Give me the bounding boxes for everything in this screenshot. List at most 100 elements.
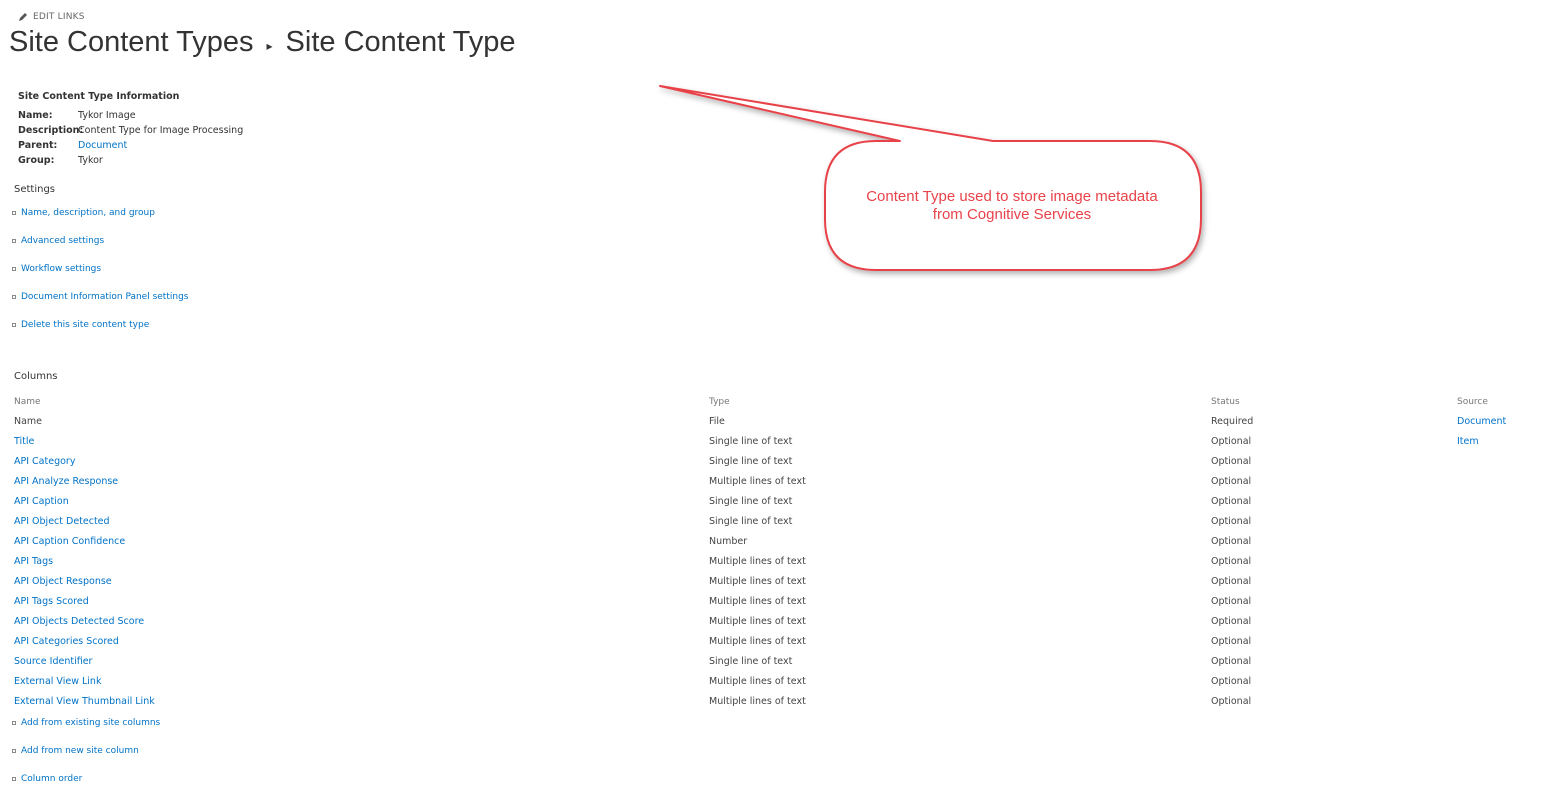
- header-source: Source: [1457, 396, 1488, 407]
- info-description-value: Content Type for Image Processing: [78, 125, 244, 136]
- column-status: Optional: [1211, 635, 1252, 647]
- bullet-icon: [12, 267, 16, 271]
- edit-links[interactable]: EDIT LINKS: [18, 12, 85, 22]
- pencil-icon: [19, 13, 27, 21]
- column-type: Number: [709, 535, 748, 547]
- column-status: Optional: [1211, 435, 1252, 447]
- column-name: Name: [14, 415, 43, 427]
- column-status: Optional: [1211, 575, 1252, 587]
- info-parent-link[interactable]: Document: [78, 140, 127, 151]
- breadcrumb-separator-icon: ▸: [266, 38, 273, 53]
- column-name-link[interactable]: API Categories Scored: [14, 636, 119, 647]
- column-status: Optional: [1211, 515, 1252, 527]
- column-name-link[interactable]: Title: [14, 436, 34, 447]
- settings-link-workflow[interactable]: Workflow settings: [21, 264, 101, 274]
- table-row: Title Single line of text Optional Item: [14, 431, 1554, 451]
- callout-line-2: from Cognitive Services: [932, 206, 1092, 223]
- breadcrumb-site-content-types[interactable]: Site Content Types: [9, 26, 254, 59]
- bullet-icon: [12, 239, 16, 243]
- table-row: API Caption Confidence Number Optional: [14, 531, 1554, 551]
- table-row: API Object Detected Single line of text Op…: [14, 511, 1554, 531]
- info-row-parent: Parent: Document: [18, 138, 243, 153]
- callout-bubble: [659, 85, 1202, 271]
- table-row: External View Thumbnail Link Multiple lin…: [14, 691, 1554, 711]
- columns-table: Name Type Status Source Name File Required…: [14, 392, 1554, 711]
- column-name-link[interactable]: API Tags Scored: [14, 596, 89, 607]
- column-name-link[interactable]: API Objects Detected Score: [14, 616, 144, 627]
- column-source-link[interactable]: Item: [1457, 436, 1479, 447]
- settings-title: Settings: [14, 184, 56, 195]
- column-type: Single line of text: [709, 455, 793, 467]
- column-name-link[interactable]: External View Link: [14, 676, 101, 687]
- settings-link-document-information-panel[interactable]: Document Information Panel settings: [21, 292, 188, 302]
- bullet-icon: [12, 749, 16, 753]
- content-type-info: Site Content Type Information Name: Tyko…: [18, 91, 243, 168]
- columns-table-header: Name Type Status Source: [14, 392, 1554, 411]
- table-row: API Category Single line of text Optional: [14, 451, 1554, 471]
- bullet-icon: [12, 721, 16, 725]
- column-type: Single line of text: [709, 655, 793, 667]
- column-name-link[interactable]: Source Identifier: [14, 656, 92, 667]
- column-status: Optional: [1211, 615, 1252, 627]
- info-group-label: Group:: [18, 155, 55, 166]
- columns-table-body: Name File Required Document Title Single line…: [14, 411, 1554, 711]
- column-name-link[interactable]: API Object Detected: [14, 516, 110, 527]
- edit-links-label: EDIT LINKS: [33, 12, 85, 22]
- column-name-link[interactable]: API Category: [14, 456, 75, 467]
- info-description-label: Description:: [18, 125, 84, 136]
- column-name-link[interactable]: API Caption: [14, 496, 69, 507]
- column-status: Optional: [1211, 495, 1252, 507]
- column-name-link[interactable]: External View Thumbnail Link: [14, 696, 155, 707]
- column-type: File: [709, 415, 725, 427]
- column-type: Single line of text: [709, 495, 793, 507]
- table-row: API Analyze Response Multiple lines of te…: [14, 471, 1554, 491]
- column-name-link[interactable]: API Object Response: [14, 576, 112, 587]
- column-type: Single line of text: [709, 515, 793, 527]
- table-row: Name File Required Document: [14, 411, 1554, 431]
- column-status: Optional: [1211, 675, 1252, 687]
- add-new-site-column-link[interactable]: Add from new site column: [21, 746, 139, 756]
- table-row: API Caption Single line of text Optional: [14, 491, 1554, 511]
- callout-line-1: Content Type used to store image metadat…: [866, 188, 1158, 205]
- info-parent-label: Parent:: [18, 140, 58, 151]
- callout-text: Content Type used to store image metadat…: [832, 188, 1192, 224]
- settings-link-advanced[interactable]: Advanced settings: [21, 236, 104, 246]
- bullet-icon: [12, 323, 16, 327]
- column-type: Multiple lines of text: [709, 595, 806, 607]
- info-row-description: Description: Content Type for Image Proc…: [18, 123, 243, 138]
- page-title: Site Content Types ▸ Site Content Type: [9, 26, 516, 59]
- bullet-icon: [12, 295, 16, 299]
- column-source-link[interactable]: Document: [1457, 416, 1506, 427]
- column-name-link[interactable]: API Tags: [14, 556, 53, 567]
- table-row: API Tags Scored Multiple lines of text Opt…: [14, 591, 1554, 611]
- settings-list: Name, description, and group Advanced se…: [12, 208, 188, 348]
- info-name-value: Tykor Image: [78, 110, 136, 121]
- column-type: Multiple lines of text: [709, 695, 806, 707]
- settings-item: Name, description, and group: [12, 208, 188, 236]
- table-row: API Objects Detected Score Multiple lines…: [14, 611, 1554, 631]
- column-name-link[interactable]: API Caption Confidence: [14, 536, 125, 547]
- header-name: Name: [14, 396, 41, 407]
- bullet-icon: [12, 211, 16, 215]
- column-type: Single line of text: [709, 435, 793, 447]
- breadcrumb-current: Site Content Type: [285, 26, 516, 58]
- add-existing-site-columns-link[interactable]: Add from existing site columns: [21, 718, 160, 728]
- settings-item: Document Information Panel settings: [12, 292, 188, 320]
- column-action-item: Add from existing site columns: [12, 718, 160, 746]
- column-status: Optional: [1211, 455, 1252, 467]
- column-order-link[interactable]: Column order: [21, 774, 82, 784]
- column-type: Multiple lines of text: [709, 575, 806, 587]
- columns-title: Columns: [14, 371, 58, 382]
- column-type: Multiple lines of text: [709, 615, 806, 627]
- column-type: Multiple lines of text: [709, 555, 806, 567]
- column-status: Optional: [1211, 655, 1252, 667]
- column-actions: Add from existing site columns Add from …: [12, 718, 160, 802]
- column-status: Optional: [1211, 535, 1252, 547]
- column-name-link[interactable]: API Analyze Response: [14, 476, 118, 487]
- table-row: External View Link Multiple lines of text…: [14, 671, 1554, 691]
- column-type: Multiple lines of text: [709, 635, 806, 647]
- settings-link-delete-content-type[interactable]: Delete this site content type: [21, 320, 149, 330]
- settings-link-name-description-group[interactable]: Name, description, and group: [21, 208, 155, 218]
- table-row: API Categories Scored Multiple lines of t…: [14, 631, 1554, 651]
- info-group-value: Tykor: [78, 155, 103, 166]
